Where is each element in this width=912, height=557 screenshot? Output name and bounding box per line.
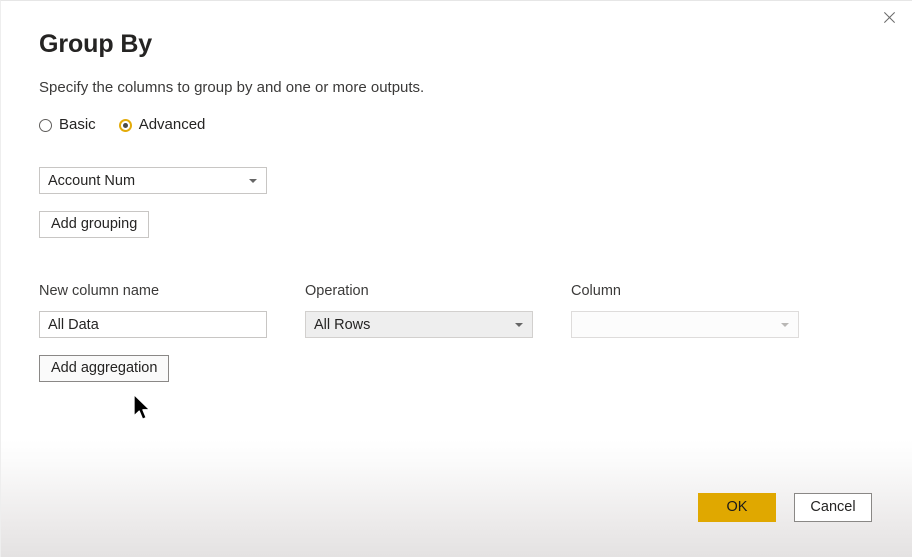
add-aggregation-button[interactable]: Add aggregation	[39, 355, 170, 382]
chevron-down-icon	[515, 322, 523, 327]
radio-basic-mark[interactable]	[39, 118, 52, 132]
ok-button[interactable]: OK	[698, 493, 776, 522]
aggregation-col-operation: Operation All Rows	[305, 282, 533, 338]
header-column: Column	[571, 283, 621, 299]
radio-advanced-label: Advanced	[138, 116, 206, 133]
aggregation-col-column: Column	[571, 282, 799, 338]
header-new-column-name: New column name	[39, 283, 160, 299]
dialog-subtitle: Specify the columns to group by and one …	[39, 79, 425, 96]
group-column-value: Account Num	[48, 172, 136, 189]
add-aggregation-wrap: Add aggregation	[39, 355, 267, 382]
group-column-dropdown-wrap: Account Num	[39, 167, 267, 194]
group-column-dropdown[interactable]: Account Num	[39, 167, 267, 194]
chevron-down-icon	[249, 178, 257, 183]
new-column-name-input[interactable]	[39, 311, 267, 338]
page-title: Group By	[39, 30, 153, 58]
radio-option-advanced[interactable]: Advanced	[118, 116, 206, 133]
add-grouping-wrap: Add grouping	[39, 211, 874, 238]
dialog-footer: OK Cancel	[1, 440, 912, 557]
aggregation-grid: New column name Add aggregation Operatio…	[39, 282, 874, 382]
add-grouping-button[interactable]: Add grouping	[39, 211, 150, 238]
column-dropdown[interactable]	[571, 311, 799, 338]
operation-value: All Rows	[314, 316, 371, 333]
operation-dropdown[interactable]: All Rows	[305, 311, 533, 338]
chevron-down-icon	[781, 322, 789, 327]
radio-option-basic[interactable]: Basic	[39, 117, 96, 133]
cancel-button[interactable]: Cancel	[794, 493, 872, 522]
group-by-dialog: Group By Specify the columns to group by…	[0, 0, 912, 557]
dialog-body: Group By Specify the columns to group by…	[1, 1, 912, 440]
header-operation: Operation	[305, 283, 369, 299]
mode-radio-group: Basic Advanced	[39, 117, 874, 133]
radio-advanced-mark[interactable]	[118, 118, 132, 132]
aggregation-col-new-column-name: New column name Add aggregation	[39, 282, 267, 382]
radio-basic-label: Basic	[59, 116, 96, 133]
mouse-pointer-icon	[133, 393, 151, 420]
